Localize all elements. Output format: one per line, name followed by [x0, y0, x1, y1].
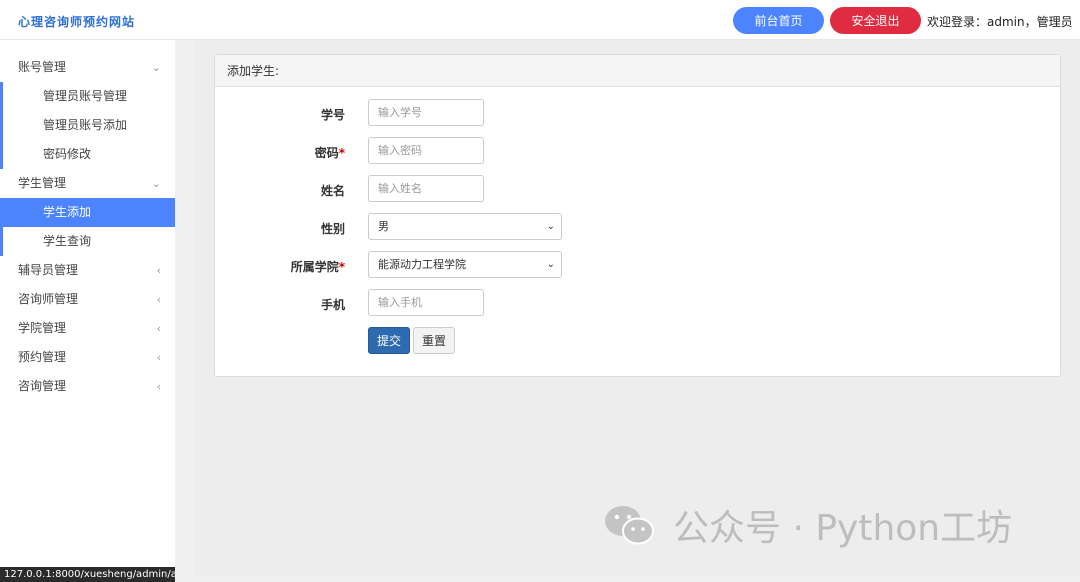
sidebar-item-password-change[interactable]: 密码修改: [0, 140, 175, 169]
sidebar-group-label: 账号管理: [18, 60, 67, 74]
sidebar-item-admin-add[interactable]: 管理员账号添加: [0, 111, 175, 140]
sidebar-group-label: 学院管理: [18, 321, 67, 335]
form-row-phone: 手机: [215, 289, 1062, 317]
form-row-student-id: 学号: [215, 99, 1062, 127]
form-row-actions: 提交 重置: [215, 327, 1062, 355]
sidebar-group-label: 学生管理: [18, 176, 67, 190]
chevron-left-icon: ‹: [156, 264, 161, 277]
sidebar-item-admin-accounts[interactable]: 管理员账号管理: [0, 82, 175, 111]
form-row-password: 密码*: [215, 137, 1062, 165]
college-select[interactable]: 能源动力工程学院 ⌄: [368, 251, 562, 278]
logout-button[interactable]: 安全退出: [830, 7, 921, 34]
college-label: 所属学院*: [290, 260, 345, 274]
sidebar-group-account[interactable]: 账号管理 ⌄: [0, 53, 175, 82]
chevron-left-icon: ‹: [156, 380, 161, 393]
sidebar-group-label: 咨询师管理: [18, 292, 79, 306]
welcome-text: 欢迎登录：admin，管理员: [927, 15, 1073, 29]
add-student-panel: 添加学生: 学号 密码* 姓名 性别 男 ⌄ 所属学院* 能源动力工程学院 ⌄: [214, 54, 1061, 377]
form-row-college: 所属学院* 能源动力工程学院 ⌄: [215, 251, 1062, 279]
sidebar-group-appointments[interactable]: 预约管理 ‹: [0, 343, 175, 372]
top-header: 心理咨询师预约网站 前台首页 安全退出 欢迎登录：admin，管理员: [0, 0, 1080, 40]
main-content: 添加学生: 学号 密码* 姓名 性别 男 ⌄ 所属学院* 能源动力工程学院 ⌄: [195, 40, 1080, 576]
link-status-bar: 127.0.0.1:8000/xuesheng/admin/add/: [0, 567, 175, 582]
student-id-input[interactable]: [368, 99, 484, 126]
required-mark: *: [338, 260, 345, 274]
sidebar-group-students[interactable]: 学生管理 ⌄: [0, 169, 175, 198]
gender-select[interactable]: 男 ⌄: [368, 213, 562, 240]
name-input[interactable]: [368, 175, 484, 202]
sidebar-group-consultations[interactable]: 咨询管理 ‹: [0, 372, 175, 401]
sidebar-group-colleges[interactable]: 学院管理 ‹: [0, 314, 175, 343]
college-select-value: 能源动力工程学院: [378, 258, 466, 271]
phone-label: 手机: [320, 298, 345, 312]
gender-label: 性别: [320, 222, 345, 236]
chevron-down-icon: ⌄: [546, 259, 555, 270]
chevron-down-icon: ⌄: [151, 61, 161, 74]
sidebar-group-label: 咨询管理: [18, 379, 67, 393]
form-row-name: 姓名: [215, 175, 1062, 203]
panel-title: 添加学生:: [215, 55, 1060, 87]
student-id-label: 学号: [320, 108, 345, 122]
phone-input[interactable]: [368, 289, 484, 316]
sidebar-group-consultants[interactable]: 咨询师管理 ‹: [0, 285, 175, 314]
sidebar: 账号管理 ⌄ 管理员账号管理 管理员账号添加 密码修改 学生管理 ⌄ 学生添加 …: [0, 40, 175, 582]
sidebar-group-label: 预约管理: [18, 350, 67, 364]
form-row-gender: 性别 男 ⌄: [215, 213, 1062, 241]
required-mark: *: [338, 146, 345, 160]
chevron-left-icon: ‹: [156, 293, 161, 306]
reset-button[interactable]: 重置: [413, 327, 455, 354]
watermark-text: 公众号 · Python工坊: [673, 508, 1013, 549]
password-label: 密码*: [314, 146, 345, 160]
chevron-left-icon: ‹: [156, 322, 161, 335]
chevron-down-icon: ⌄: [546, 221, 555, 232]
watermark: 公众号 · Python工坊: [603, 500, 1012, 550]
frontend-home-button[interactable]: 前台首页: [733, 7, 824, 34]
sidebar-group-label: 辅导员管理: [18, 263, 79, 277]
sidebar-item-student-add[interactable]: 学生添加: [0, 198, 175, 227]
chevron-down-icon: ⌄: [151, 177, 161, 190]
sidebar-group-counselors[interactable]: 辅导员管理 ‹: [0, 256, 175, 285]
wechat-icon: [605, 506, 654, 545]
site-title[interactable]: 心理咨询师预约网站: [18, 13, 135, 30]
gender-select-value: 男: [378, 220, 389, 233]
password-input[interactable]: [368, 137, 484, 164]
name-label: 姓名: [320, 184, 345, 198]
sidebar-item-student-search[interactable]: 学生查询: [0, 227, 175, 256]
submit-button[interactable]: 提交: [368, 327, 410, 354]
chevron-left-icon: ‹: [156, 351, 161, 364]
